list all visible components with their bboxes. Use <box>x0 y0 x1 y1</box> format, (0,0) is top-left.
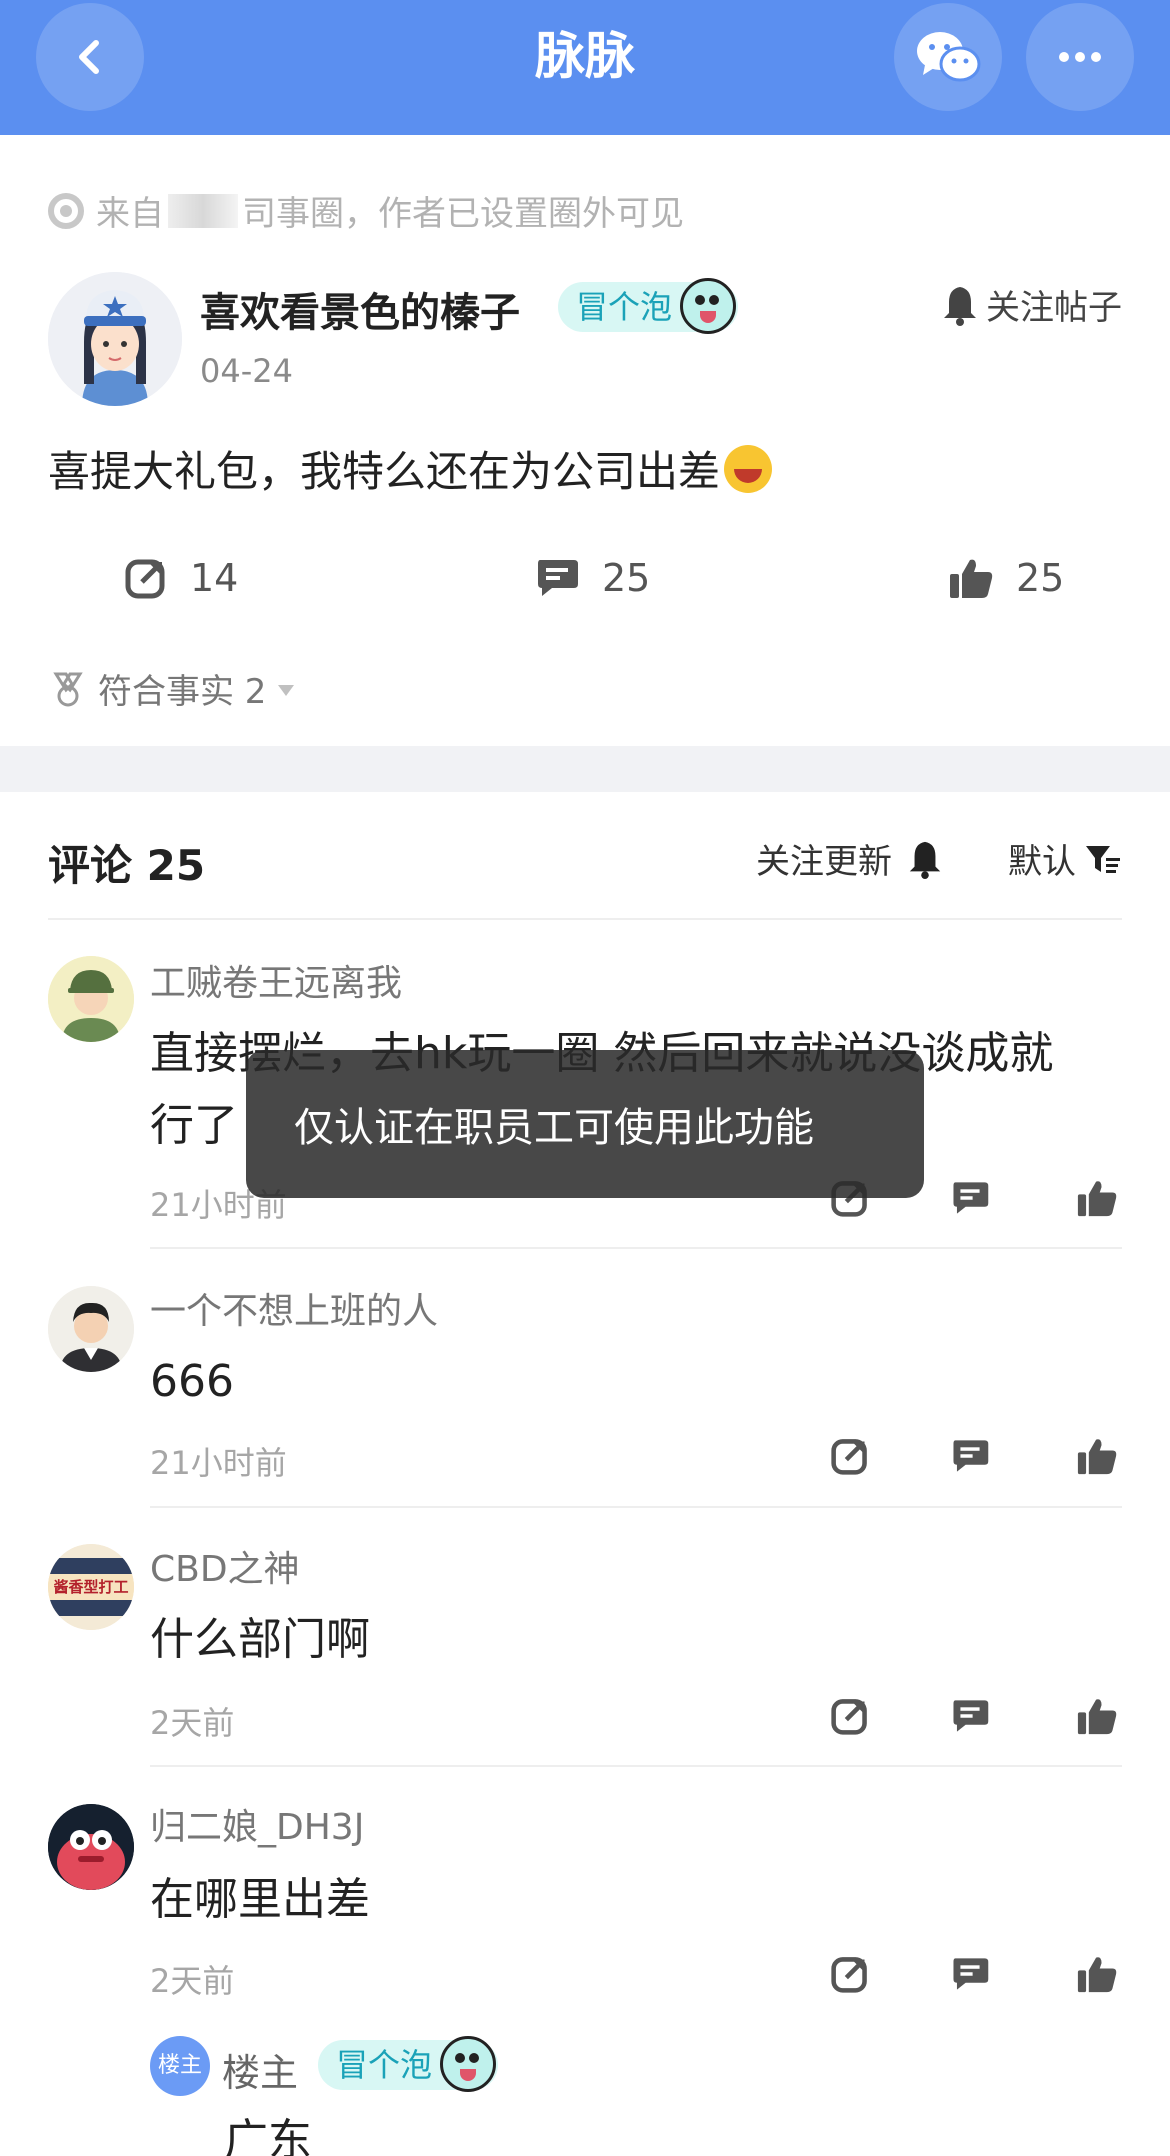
author-name[interactable]: 喜欢看景色的榛子 <box>200 280 520 338</box>
comment-author[interactable]: CBD之神 <box>150 1540 300 1592</box>
post-date: 04-24 <box>200 352 293 390</box>
bell-icon <box>909 841 941 879</box>
op-badge: 楼主 <box>150 2036 210 2096</box>
avatar-caption: 酱香型打工 <box>53 1578 129 1596</box>
thumbs-up-icon <box>950 559 993 598</box>
fact-label: 符合事实 2 <box>98 672 267 712</box>
comment-share-button[interactable] <box>830 1436 870 1480</box>
like-stat-button[interactable]: 25 <box>948 556 1064 600</box>
comment-avatar[interactable]: 酱香型打工 <box>48 1544 134 1630</box>
share-icon <box>831 1699 867 1735</box>
comment-avatar[interactable] <box>48 1286 134 1372</box>
bubble-face-icon <box>680 278 737 334</box>
divider <box>150 1247 1122 1249</box>
comment-text: 什么部门啊 <box>150 1614 370 1665</box>
comment-text: 666 <box>150 1356 234 1407</box>
share-stat-button[interactable]: 14 <box>124 556 238 600</box>
share-icon <box>831 1439 867 1475</box>
comment-like-button[interactable] <box>1076 1696 1118 1740</box>
follow-updates-label: 关注更新 <box>756 842 892 882</box>
post-body: 喜提大礼包，我特么还在为公司出差 <box>48 438 773 499</box>
comment-stat-button[interactable]: 25 <box>534 556 650 600</box>
comments-title: 评论 25 <box>48 841 206 890</box>
circle-source-icon <box>48 192 84 229</box>
redacted-company <box>168 193 238 228</box>
source-prefix: 来自 <box>96 194 164 234</box>
follow-post-button[interactable]: 关注帖子 <box>940 280 1122 329</box>
comment-count: 25 <box>602 556 651 600</box>
author-avatar[interactable] <box>48 272 182 406</box>
comment-author[interactable]: 工贼卷王远离我 <box>150 954 402 1006</box>
share-count: 14 <box>190 556 239 600</box>
comment-icon <box>953 1182 989 1214</box>
toast-message: 仅认证在职员工可使用此功能 <box>246 1050 924 1198</box>
like-count: 25 <box>1016 556 1065 600</box>
fact-check-button[interactable]: 符合事实 2 <box>48 664 295 713</box>
avatar-illustration <box>48 272 182 406</box>
reply-author[interactable]: 楼主 <box>222 2042 298 2097</box>
post-source: 来自 司事圈，作者已设置圈外可见 <box>48 186 684 235</box>
comment-icon <box>953 1958 989 1990</box>
sort-button[interactable]: 默认 <box>1008 834 1122 883</box>
comment-share-button[interactable] <box>830 1696 870 1740</box>
comment-like-button[interactable] <box>1076 1436 1118 1480</box>
comment-like-button[interactable] <box>1076 1178 1118 1222</box>
comment-time: 2天前 <box>150 1704 235 1742</box>
comment-text: 在哪里出差 <box>150 1874 370 1925</box>
toast-text: 仅认证在职员工可使用此功能 <box>294 1105 814 1151</box>
thumbs-up-icon <box>1077 1439 1117 1475</box>
laughing-emoji-icon <box>724 444 773 493</box>
comment-time: 2天前 <box>150 1962 235 2000</box>
comment-icon <box>953 1440 989 1472</box>
comment-reply-button[interactable] <box>950 1954 990 1998</box>
comment-reply-button[interactable] <box>950 1436 990 1480</box>
source-suffix: 司事圈，作者已设置圈外可见 <box>242 194 684 234</box>
avatar-illustration <box>48 1804 134 1890</box>
tag-label: 冒个泡 <box>336 2046 433 2084</box>
comment-icon <box>953 1700 989 1732</box>
bubble-face-icon <box>440 2036 497 2092</box>
reply-tag: 冒个泡 <box>318 2036 499 2092</box>
post-body-text: 喜提大礼包，我特么还在为公司出差 <box>48 447 721 496</box>
avatar-illustration <box>48 956 134 1042</box>
divider <box>150 1765 1122 1767</box>
share-icon <box>125 559 165 599</box>
share-wechat-button[interactable] <box>894 3 1002 111</box>
more-button[interactable] <box>1026 3 1134 111</box>
fact-badge-icon <box>53 672 83 706</box>
comment-time: 21小时前 <box>150 1444 287 1482</box>
more-dots-icon <box>1059 52 1101 62</box>
comment-author[interactable]: 一个不想上班的人 <box>150 1282 438 1334</box>
comment-reply-button[interactable] <box>950 1696 990 1740</box>
share-icon <box>831 1957 867 1993</box>
avatar-illustration <box>48 1286 134 1372</box>
app-header: 脉脉 <box>0 0 1170 135</box>
author-tag: 冒个泡 <box>558 278 739 334</box>
comment-avatar[interactable] <box>48 1804 134 1890</box>
comment-like-button[interactable] <box>1076 1954 1118 1998</box>
reply-text: 广东 <box>224 2115 312 2156</box>
divider <box>48 918 1122 920</box>
comment-share-button[interactable] <box>830 1954 870 1998</box>
thumbs-up-icon <box>1077 1181 1117 1217</box>
wechat-icon <box>917 32 981 82</box>
comment-avatar[interactable] <box>48 956 134 1042</box>
follow-post-label: 关注帖子 <box>986 288 1122 328</box>
thumbs-up-icon <box>1077 1957 1117 1993</box>
comment-icon <box>538 560 578 596</box>
caret-down-icon <box>278 685 295 696</box>
filter-icon <box>1086 845 1120 873</box>
comment-author[interactable]: 归二娘_DH3J <box>150 1798 364 1850</box>
thumbs-up-icon <box>1077 1699 1117 1735</box>
tag-label: 冒个泡 <box>576 288 673 326</box>
divider <box>150 1506 1122 1508</box>
follow-updates-button[interactable]: 关注更新 <box>756 834 944 883</box>
sort-label: 默认 <box>1008 842 1076 882</box>
bell-icon <box>944 286 976 326</box>
section-divider <box>0 746 1170 792</box>
comment-reply-button[interactable] <box>950 1178 990 1222</box>
